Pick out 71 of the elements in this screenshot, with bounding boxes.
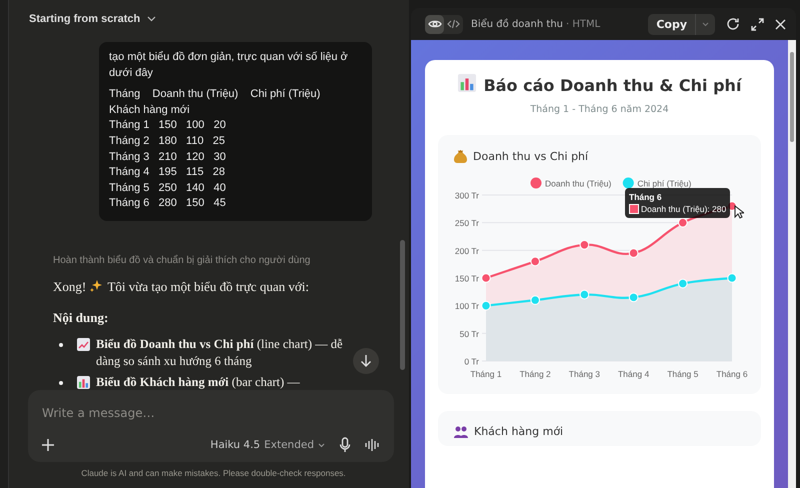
bullet-dot bbox=[59, 380, 63, 385]
bar-chart-icon bbox=[458, 74, 476, 92]
legend-dot[interactable] bbox=[530, 178, 542, 188]
chart-title: Khách hàng mới bbox=[474, 425, 564, 438]
y-tick-label: 250 Tr bbox=[454, 218, 479, 228]
message-text: tạo một biểu đồ đơn giản, trực quan với số liệu ở dưới đây bbox=[109, 50, 349, 81]
chevron-down-icon[interactable] bbox=[147, 16, 156, 22]
plus-icon[interactable] bbox=[42, 439, 54, 451]
bullet-dot bbox=[59, 342, 63, 347]
code-icon bbox=[447, 19, 460, 29]
status-text: Hoàn thành biểu đồ và chuẩn bị giải thích cho người dùng bbox=[53, 254, 312, 266]
model-selector[interactable]: Haiku 4.5 Extended bbox=[210, 439, 325, 451]
caret-icon bbox=[318, 442, 325, 448]
data-line: Tháng Doanh thu (Triệu) Chi phí (Triệu) bbox=[109, 87, 322, 102]
response-text: Biểu đồ Doanh thu vs Chi phí (line chart) — dễ dàng so sánh xu hướng 6 tháng bbox=[96, 336, 344, 370]
voice-waveform-icon[interactable] bbox=[365, 438, 380, 452]
copy-button[interactable]: Copy bbox=[648, 14, 695, 34]
chart-title: Doanh thu vs Chi phí bbox=[473, 150, 588, 162]
legend-label[interactable]: Chi phí (Triệu) bbox=[637, 178, 692, 188]
x-tick-label: Tháng 5 bbox=[667, 369, 698, 379]
x-tick-label: Tháng 6 bbox=[716, 369, 748, 379]
legend-label[interactable]: Doanh thu (Triệu) bbox=[545, 178, 612, 188]
legend-dot[interactable] bbox=[622, 178, 634, 188]
data-point[interactable] bbox=[678, 218, 688, 228]
expand-icon[interactable] bbox=[751, 18, 764, 30]
report-title: Báo cáo Doanh thu & Chi phí bbox=[484, 76, 742, 94]
y-tick-label: 50 Tr bbox=[460, 328, 479, 339]
line-chart-icon bbox=[77, 338, 90, 351]
scrollbar[interactable] bbox=[788, 40, 796, 488]
close-icon[interactable] bbox=[775, 18, 786, 30]
conversation-title[interactable]: Starting from scratch bbox=[29, 13, 140, 25]
y-tick-label: 300 Tr bbox=[454, 190, 479, 200]
data-line: Tháng 5 250 140 40 bbox=[109, 180, 227, 196]
x-tick-label: Tháng 1 bbox=[470, 369, 502, 379]
report-subtitle: Tháng 1 - Tháng 6 năm 2024 bbox=[529, 104, 670, 115]
y-tick-label: 150 Tr bbox=[454, 274, 479, 284]
money-bag-icon bbox=[454, 149, 467, 163]
data-line: Tháng 2 180 110 25 bbox=[109, 134, 226, 149]
artifact-title: Biểu đồ doanh thu bbox=[471, 18, 563, 30]
microphone-icon[interactable] bbox=[339, 437, 351, 453]
data-line: Tháng 6 280 150 45 bbox=[109, 196, 227, 212]
y-tick-label: 0 Tr bbox=[464, 356, 479, 366]
y-tick-label: 200 Tr bbox=[454, 246, 479, 256]
disclaimer-text: Claude is AI and can make mistakes. Please double-check responses. bbox=[80, 467, 347, 480]
tooltip-label: Doanh thu (Triệu): 280 bbox=[641, 203, 726, 215]
response-heading: Nội dung: bbox=[53, 310, 108, 325]
refresh-icon[interactable] bbox=[726, 17, 740, 31]
arrow-down-icon bbox=[360, 354, 372, 368]
data-line: Khách hàng mới bbox=[109, 102, 191, 118]
x-tick-label: Tháng 4 bbox=[618, 369, 650, 379]
eye-icon bbox=[428, 19, 442, 29]
data-line: Tháng 1 150 100 20 bbox=[109, 118, 227, 134]
tooltip-title: Tháng 6 bbox=[629, 191, 663, 203]
response-text: Xong! Tôi vừa tạo một biểu đồ trực quan với: bbox=[53, 278, 309, 294]
x-tick-label: Tháng 2 bbox=[520, 369, 551, 379]
color-swatch bbox=[629, 204, 639, 214]
scroll-down-button[interactable] bbox=[353, 348, 379, 374]
response-text: Biểu đồ Khách hàng mới (bar chart) — bbox=[96, 374, 301, 391]
people-icon bbox=[454, 426, 468, 438]
scrollbar[interactable] bbox=[398, 0, 409, 488]
preview-tab[interactable] bbox=[425, 14, 444, 34]
artifact-type: · HTML bbox=[566, 18, 600, 30]
caret-icon bbox=[702, 22, 709, 26]
cursor-icon bbox=[734, 205, 744, 219]
x-tick-label: Tháng 3 bbox=[568, 369, 600, 379]
y-tick-label: 100 Tr bbox=[454, 301, 479, 312]
data-line: Tháng 3 210 120 30 bbox=[109, 150, 227, 165]
data-line: Tháng 4 195 115 28 bbox=[109, 165, 226, 180]
bar-chart-icon bbox=[77, 376, 90, 389]
sparkles-icon bbox=[89, 278, 104, 293]
message-input[interactable]: Write a message… bbox=[42, 406, 380, 420]
